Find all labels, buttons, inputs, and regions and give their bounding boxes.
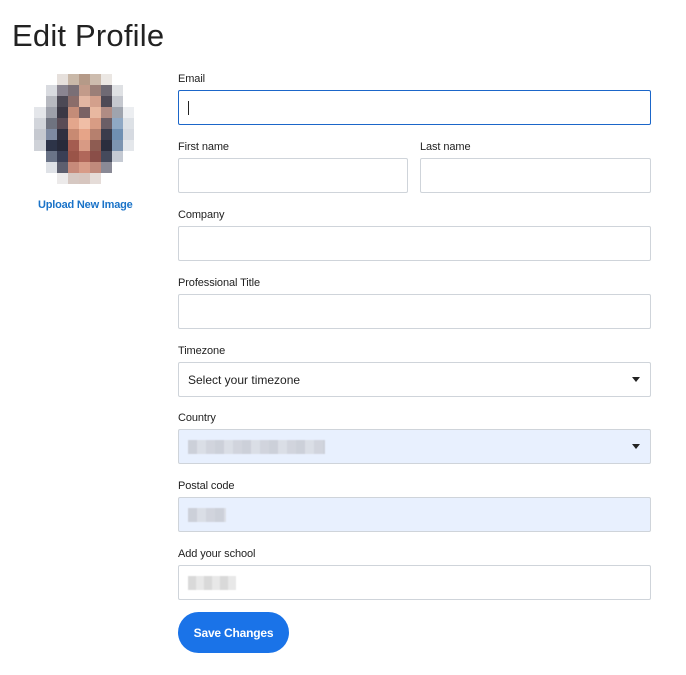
save-changes-button[interactable]: Save Changes [178,612,289,653]
upload-new-image-link[interactable]: Upload New Image [38,199,133,211]
email-label: Email [178,73,206,85]
company-label: Company [178,209,225,221]
timezone-selected: Select your timezone [188,372,301,387]
edit-profile-page: Edit Profile Upload New Image Email Firs… [0,0,686,675]
caret-down-icon [632,377,640,382]
caret-down-icon [632,444,640,449]
avatar-image [34,74,134,184]
school-field[interactable] [178,565,651,600]
first-name-label: First name [178,141,229,153]
postal-code-redacted [188,507,226,522]
company-field[interactable] [178,226,651,261]
last-name-label: Last name [420,141,471,153]
postal-code-field[interactable] [178,497,651,532]
country-select[interactable] [178,429,651,464]
postal-code-label: Postal code [178,480,235,492]
timezone-select[interactable]: Select your timezone [178,362,651,397]
school-label: Add your school [178,548,256,560]
timezone-label: Timezone [178,345,226,357]
text-cursor [188,100,189,115]
school-redacted [188,575,236,590]
professional-title-field[interactable] [178,294,651,329]
country-label: Country [178,412,216,424]
last-name-field[interactable] [420,158,651,193]
professional-title-label: Professional Title [178,277,260,289]
first-name-field[interactable] [178,158,408,193]
country-selected-redacted [188,439,325,454]
avatar [34,74,136,186]
page-title: Edit Profile [12,18,165,53]
email-field[interactable] [178,90,651,125]
